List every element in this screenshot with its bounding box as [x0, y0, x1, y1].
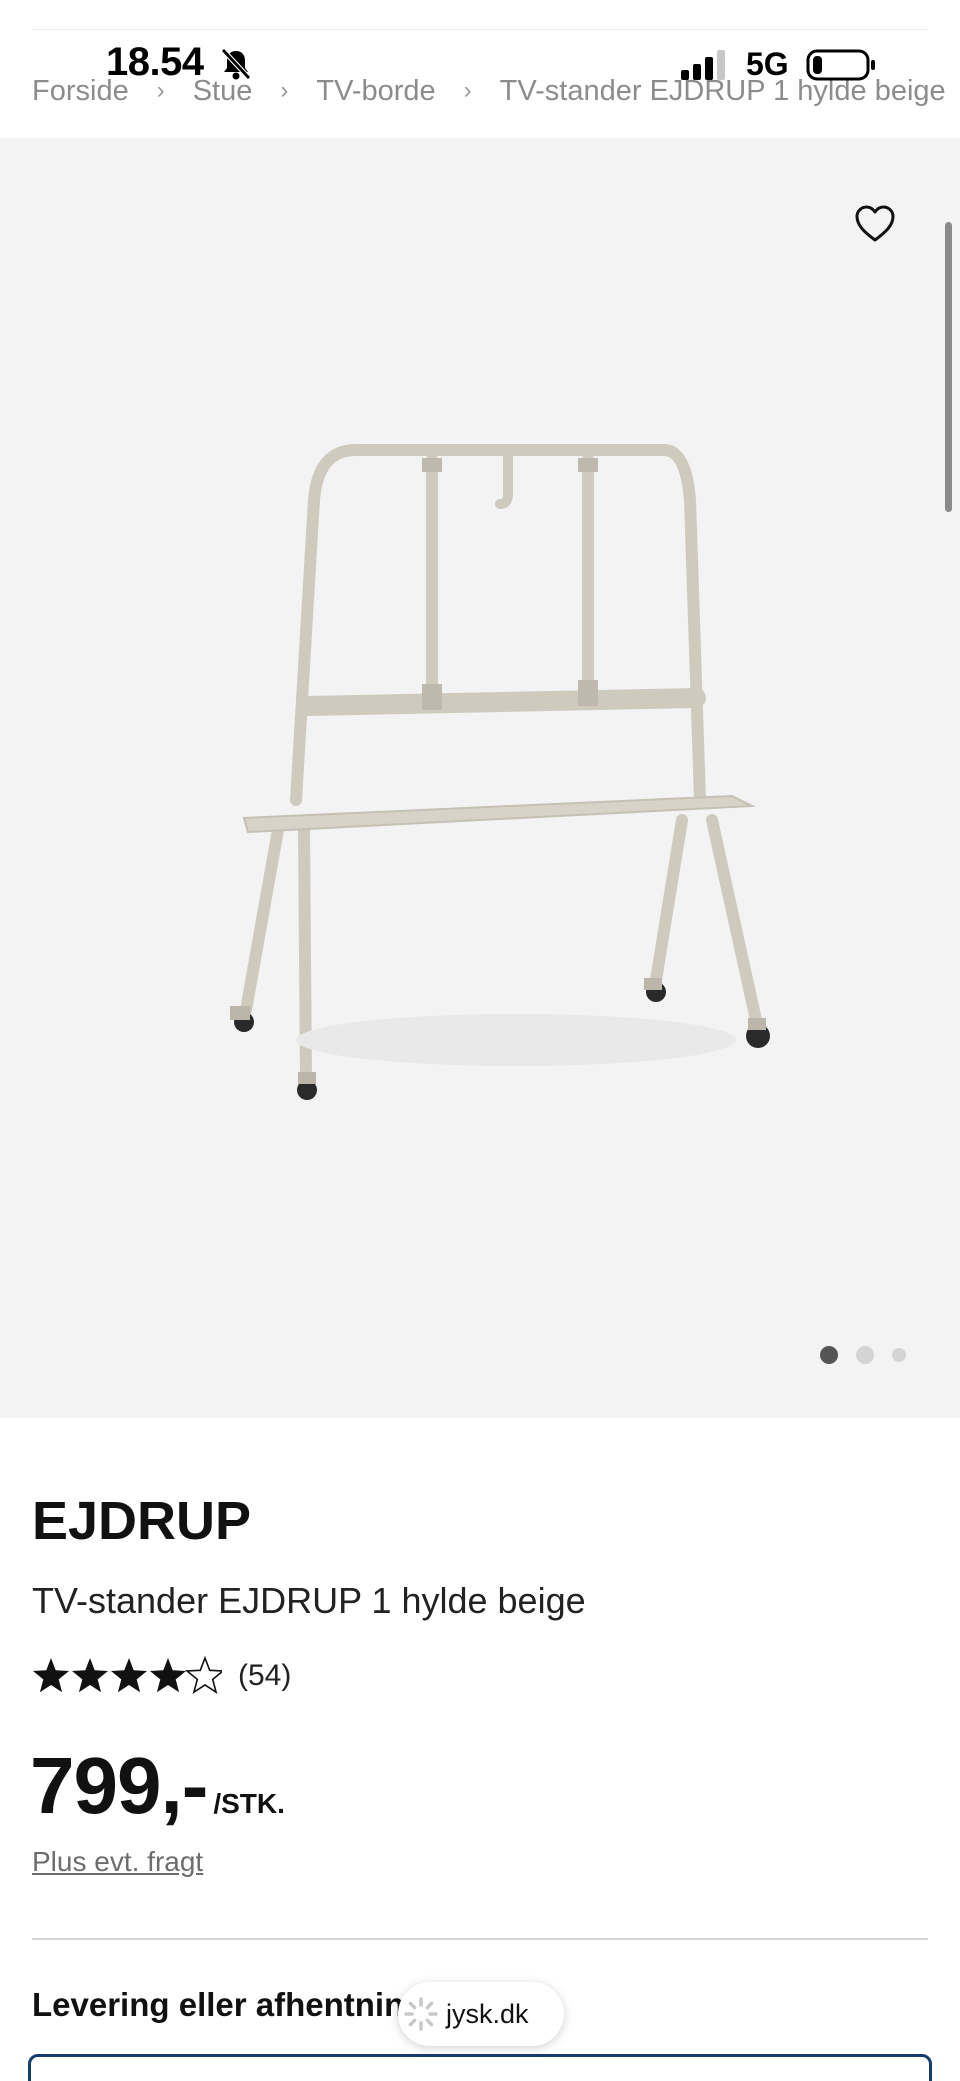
star-rating-icon [33, 1657, 222, 1693]
price-value: 799,- [30, 1741, 208, 1830]
chevron-right-icon: › [280, 77, 289, 104]
url-domain: jysk.dk [446, 1998, 529, 2029]
pagination-dot[interactable] [856, 1346, 874, 1364]
breadcrumb-item-tv-borde[interactable]: TV-borde [316, 75, 435, 108]
gallery-pagination [820, 1346, 924, 1364]
cellular-signal-icon [681, 50, 725, 80]
network-type: 5G [746, 46, 789, 82]
rating-count: (54) [238, 1659, 292, 1692]
scrollbar[interactable] [945, 222, 952, 512]
product-brand: EJDRUP [32, 1491, 252, 1551]
price-unit: /STK. [213, 1788, 285, 1819]
freight-link[interactable]: Plus evt. fragt [32, 1846, 203, 1878]
chevron-right-icon: › [463, 77, 472, 104]
product-rating[interactable]: (54) [32, 1656, 291, 1696]
bell-slash-icon [221, 48, 251, 80]
heart-outline-icon[interactable] [854, 204, 896, 244]
product-image [230, 444, 770, 1100]
battery-low-icon [806, 49, 875, 81]
delivery-heading: Levering eller afhentning [32, 1986, 425, 2023]
product-page: Forside › Stue › TV-borde › TV-stander E… [0, 0, 960, 2081]
header-divider [32, 29, 928, 30]
loading-spinner-icon [404, 1997, 438, 2031]
pagination-dot[interactable] [820, 1346, 838, 1364]
pagination-dot[interactable] [892, 1348, 906, 1362]
price: 799,- /STK. [30, 1740, 285, 1832]
section-divider [32, 1938, 928, 1940]
status-time: 18.54 [106, 40, 204, 84]
delivery-option-box[interactable] [28, 2054, 932, 2081]
product-title: TV-stander EJDRUP 1 hylde beige [32, 1580, 586, 1621]
url-bar[interactable]: jysk.dk [398, 1982, 564, 2046]
